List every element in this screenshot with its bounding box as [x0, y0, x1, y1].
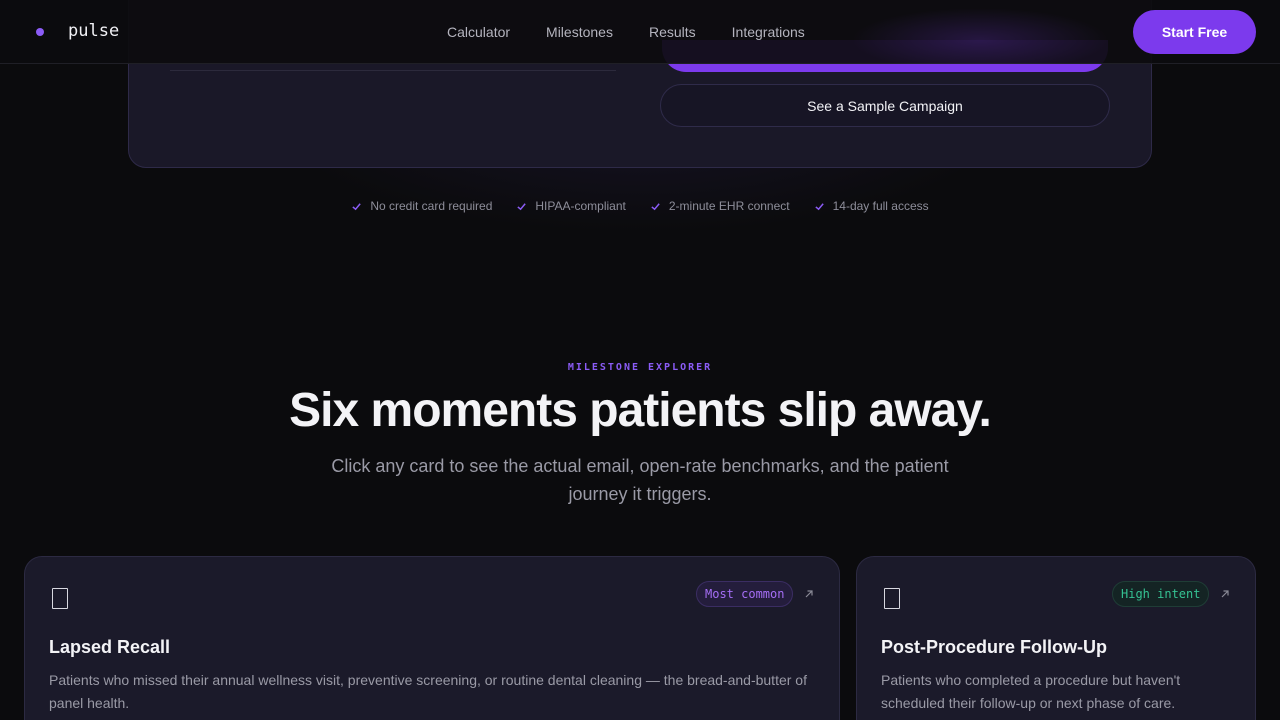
trust-item-label: 2-minute EHR connect	[668, 199, 790, 213]
section-headline: Six moments patients slip away.	[289, 384, 992, 437]
nav-link-milestones[interactable]: Milestones	[546, 24, 613, 40]
milestone-card-post-procedure[interactable]: High intent Post-Procedure Follow-Up Pat…	[856, 556, 1256, 720]
trust-item-label: HIPAA-compliant	[535, 199, 626, 213]
trust-item: No credit card required	[351, 199, 492, 213]
trust-item: HIPAA-compliant	[516, 199, 626, 213]
trust-item-label: No credit card required	[370, 199, 493, 213]
calculator-input-underline	[170, 70, 616, 71]
nav-glow	[820, 0, 1140, 64]
nav-links: Calculator Milestones Results Integratio…	[447, 24, 805, 40]
status-badge: High intent	[1112, 581, 1210, 607]
arrow-up-right-icon[interactable]	[1220, 589, 1230, 599]
check-icon	[517, 202, 527, 210]
card-title: Lapsed Recall	[49, 637, 171, 657]
brand-logo[interactable]: pulse	[68, 21, 119, 41]
top-nav: pulse Calculator Milestones Results Inte…	[0, 0, 1280, 64]
trust-item: 2-minute EHR connect	[650, 199, 790, 213]
section-eyebrow: MILESTONE EXPLORER	[567, 362, 713, 373]
logo-dot-icon[interactable]	[36, 28, 44, 36]
nav-link-integrations[interactable]: Integrations	[732, 24, 805, 40]
status-badge: Most common	[696, 581, 794, 607]
card-description: Patients who completed a procedure but h…	[881, 672, 1181, 711]
document-icon	[52, 588, 68, 609]
check-icon	[651, 202, 660, 210]
card-description: Patients who missed their annual wellnes…	[49, 672, 807, 711]
trust-item-label: 14-day full access	[832, 199, 929, 213]
check-icon	[352, 202, 362, 210]
milestone-card-lapsed-recall[interactable]: Most common Lapsed Recall Patients who m…	[24, 556, 840, 720]
trust-item: 14-day full access	[814, 199, 929, 213]
section-subhead: Click any card to see the actual email, …	[331, 456, 949, 504]
sample-campaign-button[interactable]: See a Sample Campaign	[660, 84, 1110, 127]
trust-row: No credit card required HIPAA-compliant …	[0, 199, 1280, 213]
check-icon	[814, 202, 824, 210]
document-icon	[884, 588, 900, 609]
arrow-up-right-icon[interactable]	[804, 589, 814, 599]
card-title: Post-Procedure Follow-Up	[881, 637, 1108, 657]
nav-link-results[interactable]: Results	[649, 24, 696, 40]
nav-link-calculator[interactable]: Calculator	[447, 24, 510, 40]
start-free-button[interactable]: Start Free	[1133, 10, 1256, 54]
